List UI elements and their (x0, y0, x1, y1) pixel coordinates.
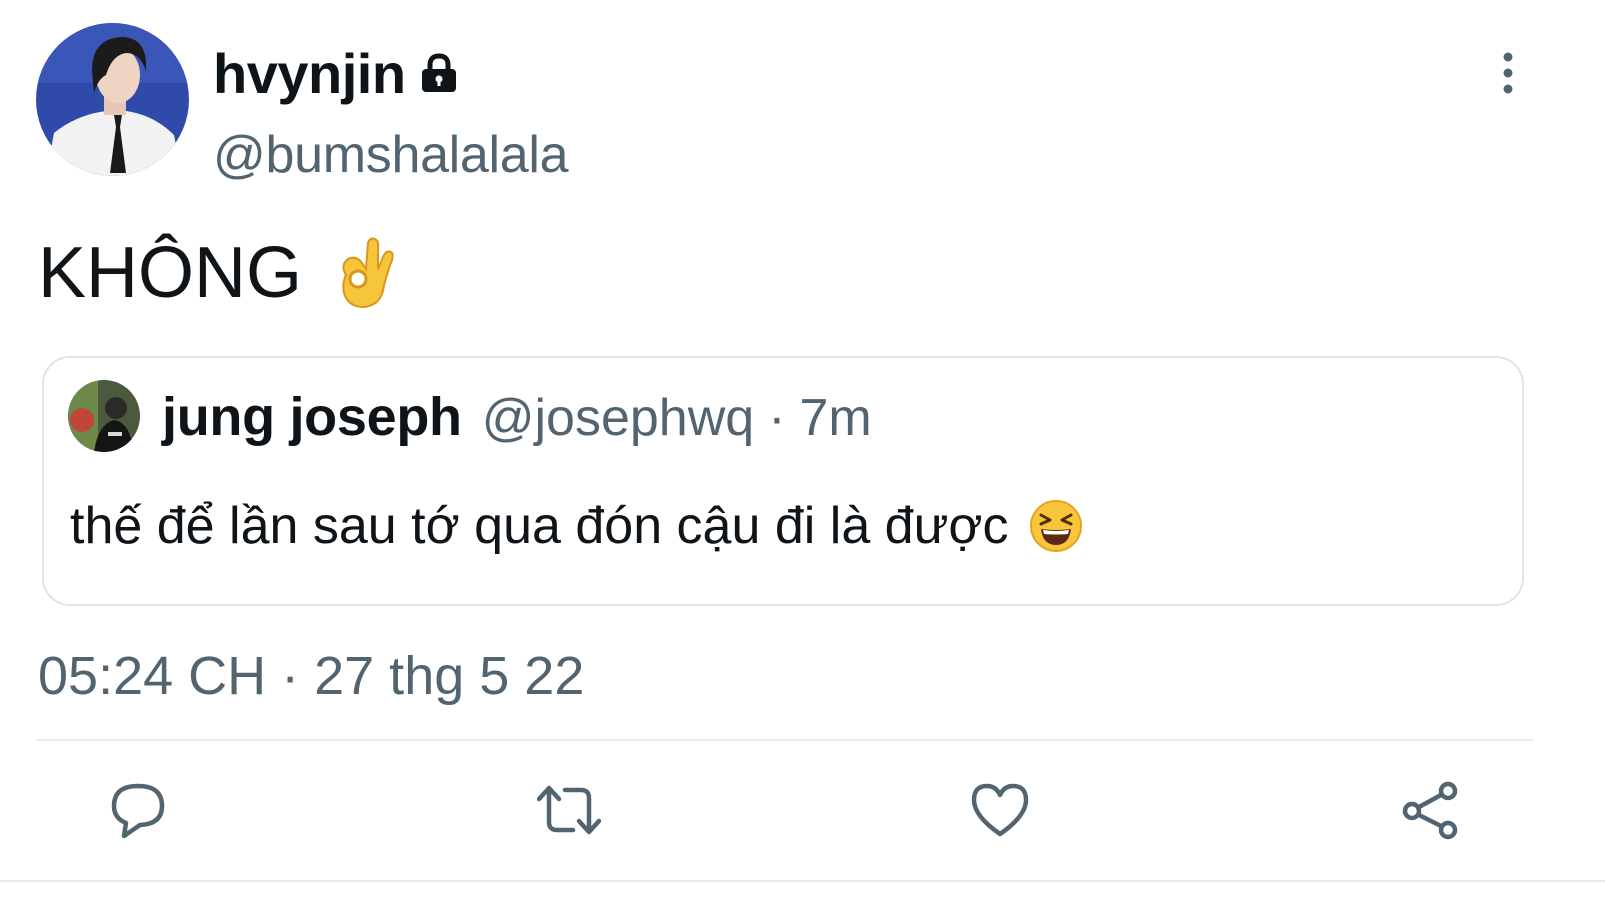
more-vertical-icon[interactable] (1490, 50, 1526, 96)
author-name-row: hvynjin (213, 38, 460, 108)
author-display-name[interactable]: hvynjin (213, 41, 406, 106)
author-avatar[interactable] (36, 23, 189, 176)
divider (36, 739, 1533, 741)
quote-author-avatar[interactable] (68, 380, 140, 452)
lock-icon (418, 52, 460, 94)
quote-author-name[interactable]: jung joseph (162, 386, 462, 448)
divider (0, 880, 1605, 882)
tweet-text-content: KHÔNG (38, 233, 303, 313)
author-handle[interactable]: @bumshalalala (213, 125, 569, 185)
tweet-text: KHÔNG (38, 232, 398, 314)
quote-author-handle[interactable]: @josephwq (482, 388, 755, 448)
tweet-timestamp[interactable]: 05:24 CH · 27 thg 5 22 (38, 645, 584, 707)
reply-icon[interactable] (108, 780, 168, 840)
quote-header: jung joseph @josephwq · 7m (162, 386, 872, 448)
quote-text: thế để lần sau tớ qua đón cậu đi là được (70, 496, 1083, 556)
share-icon[interactable] (1400, 780, 1460, 840)
laughing-emoji (1029, 499, 1083, 553)
quote-text-content: thế để lần sau tớ qua đón cậu đi là được (70, 497, 1009, 555)
heart-icon[interactable] (970, 780, 1030, 840)
quote-separator: · (768, 389, 786, 447)
retweet-icon[interactable] (536, 780, 602, 840)
ok-hand-emoji (332, 235, 398, 311)
quote-time[interactable]: 7m (800, 388, 872, 448)
quoted-tweet-card[interactable]: jung joseph @josephwq · 7m thế để lần sa… (42, 356, 1524, 606)
